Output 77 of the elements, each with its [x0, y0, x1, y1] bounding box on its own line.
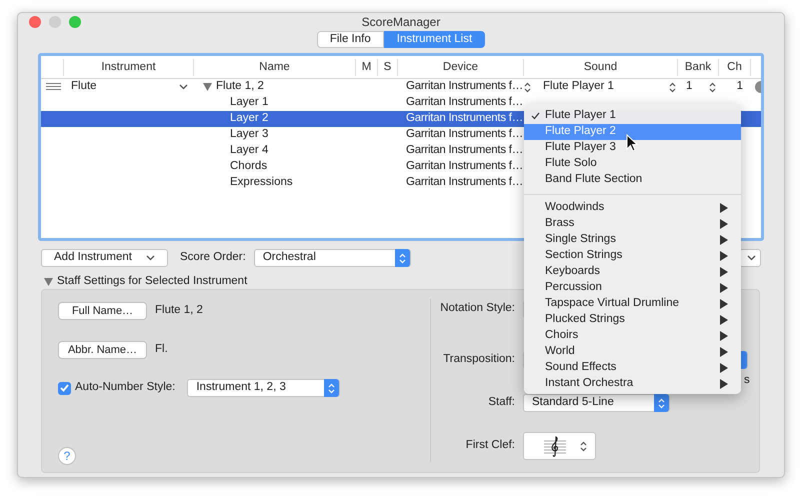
- disclosure-triangle-icon[interactable]: [203, 83, 212, 91]
- table-cell-text: 1: [736, 79, 743, 94]
- treble-clef-staff-icon: [544, 435, 566, 457]
- close-button[interactable]: [29, 16, 41, 28]
- column-header[interactable]: Bank: [678, 58, 719, 76]
- column-header[interactable]: M: [356, 58, 378, 76]
- menu-item[interactable]: Percussion: [524, 280, 741, 296]
- table-cell-text: 1: [685, 79, 692, 94]
- field-label: Notation Style:: [439, 301, 515, 316]
- abbr-name-button[interactable]: Abbr. Name…: [58, 341, 147, 359]
- table-cell[interactable]: Layer 1: [230, 94, 268, 112]
- staff-select[interactable]: Standard 5-Line: [523, 394, 670, 412]
- table-cell[interactable]: Chords: [230, 158, 268, 176]
- menu-item[interactable]: Band Flute Section: [524, 172, 741, 188]
- table-cell-text: Garritan Instruments f…: [406, 159, 523, 174]
- column-header[interactable]: Ch: [719, 58, 751, 76]
- mouse-pointer-icon: [626, 134, 638, 152]
- drag-handle-icon[interactable]: [46, 82, 61, 92]
- field-label: Transposition:: [442, 352, 515, 368]
- label-text: s: [744, 372, 750, 388]
- score-order-label: Score Order:: [180, 250, 246, 266]
- table-cell-text: Flute Player 1: [542, 79, 614, 94]
- stepper-icon[interactable]: [524, 82, 531, 92]
- table-cell[interactable]: Expressions: [230, 174, 293, 192]
- table-cell-text: Garritan Instruments f…: [406, 143, 523, 158]
- chevron-icon: [146, 255, 155, 261]
- stepper-icon[interactable]: [580, 440, 587, 452]
- check-icon: [531, 112, 540, 120]
- table-cell-text: Garritan Instruments f…: [406, 127, 523, 142]
- full-name-button[interactable]: Full Name…: [58, 302, 147, 320]
- table-cell[interactable]: Layer 3: [230, 126, 268, 144]
- table-cell[interactable]: Layer 2: [230, 110, 268, 128]
- section-title: Staff Settings for Selected Instrument: [57, 274, 248, 289]
- full-name-text: Flute 1, 2: [155, 303, 203, 318]
- menu-item[interactable]: Keyboards: [524, 264, 741, 280]
- table-cell[interactable]: Flute 1, 2: [216, 78, 264, 96]
- menu-item[interactable]: Flute Solo: [524, 156, 741, 172]
- checkbox-label: Auto-Number Style:: [75, 380, 176, 396]
- column-header[interactable]: Sound: [524, 58, 678, 76]
- menu-item[interactable]: Brass: [524, 216, 741, 232]
- table-cell-text: Garritan Instruments f…: [406, 111, 523, 126]
- score-order-select[interactable]: Orchestral: [254, 249, 411, 267]
- field-label: First Clef:: [464, 438, 515, 454]
- clef-select[interactable]: [523, 432, 596, 460]
- menu-item[interactable]: Sound Effects: [524, 360, 741, 376]
- table-cell-text: Garritan Instruments f…: [406, 79, 523, 94]
- disclosure-triangle-icon[interactable]: [44, 278, 53, 286]
- field-label: Staff:: [487, 395, 515, 410]
- tab[interactable]: File Info: [316, 31, 384, 48]
- chevron-icon: [747, 255, 756, 261]
- check-icon: [60, 384, 69, 392]
- window-title: ScoreManager: [362, 14, 440, 31]
- checkbox[interactable]: [58, 382, 71, 394]
- stepper-icon[interactable]: [669, 82, 676, 92]
- chevron-icon: [179, 84, 188, 90]
- table-cell-text: Garritan Instruments f…: [406, 175, 523, 190]
- table-cell-text: Flute: [71, 79, 97, 94]
- table-cell-text: Garritan Instruments f…: [406, 95, 523, 110]
- menu-item[interactable]: Choirs: [524, 328, 741, 344]
- column-header[interactable]: Name: [194, 58, 356, 76]
- menu-item[interactable]: Section Strings: [524, 248, 741, 264]
- menu-item[interactable]: World: [524, 344, 741, 360]
- auto-number-select[interactable]: Instrument 1, 2, 3: [187, 379, 340, 397]
- column-header[interactable]: S: [378, 58, 398, 76]
- menu-item[interactable]: Woodwinds: [524, 200, 741, 216]
- menu-item[interactable]: Tapspace Virtual Drumline: [524, 296, 741, 312]
- abbr-name-text: Fl.: [155, 342, 168, 358]
- stepper-icon[interactable]: [709, 82, 716, 92]
- menu-item[interactable]: Flute Player 1: [524, 108, 741, 124]
- menu-item[interactable]: Plucked Strings: [524, 312, 741, 328]
- column-header[interactable]: Instrument: [64, 58, 194, 76]
- table-cell[interactable]: Layer 4: [230, 142, 268, 160]
- column-header[interactable]: Device: [398, 58, 524, 76]
- menu-item[interactable]: Flute Player 3: [524, 140, 741, 156]
- add-instrument-dropdown[interactable]: Add Instrument: [41, 249, 168, 267]
- menu-item[interactable]: Instant Orchestra: [524, 376, 741, 392]
- menu-item[interactable]: Single Strings: [524, 232, 741, 248]
